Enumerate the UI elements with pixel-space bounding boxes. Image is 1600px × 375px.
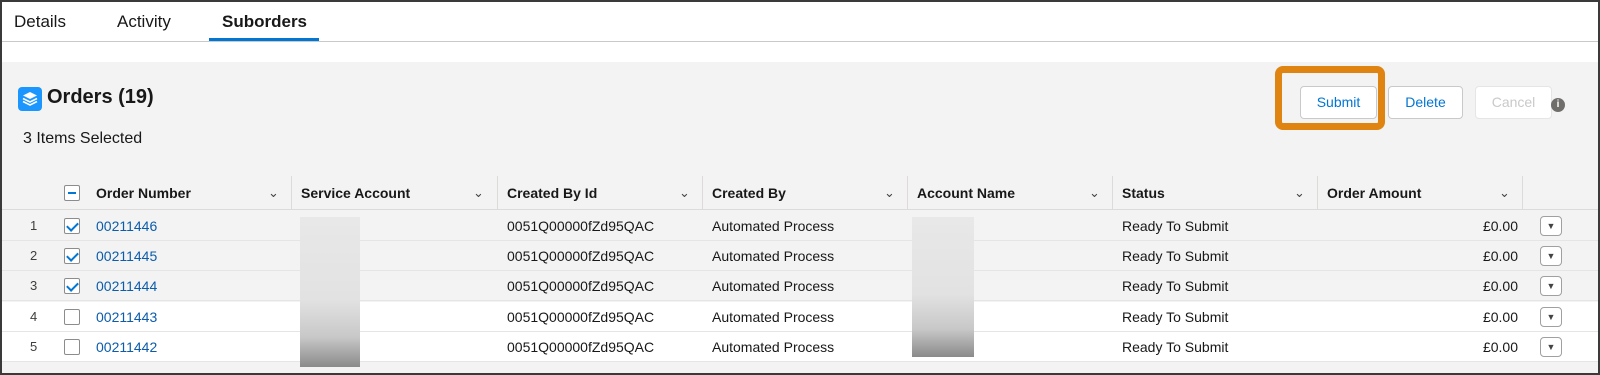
order-number-link[interactable]: 00211443 xyxy=(96,302,157,332)
order-amount-cell: £0.00 xyxy=(1482,278,1518,294)
delete-button[interactable]: Delete xyxy=(1388,86,1463,119)
column-divider[interactable] xyxy=(1112,176,1113,210)
column-header-label: Account Name xyxy=(917,185,1016,201)
tab-activity[interactable]: Activity xyxy=(117,2,171,42)
column-header-account-name[interactable]: Account Name ⌄ xyxy=(917,176,1100,210)
chevron-down-icon[interactable]: ⌄ xyxy=(268,176,279,210)
table-row: 1 00211446 0051Q00000fZd95QAC Automated … xyxy=(2,211,1598,241)
created-by-id-cell: 0051Q00000fZd95QAC xyxy=(507,248,655,264)
order-number-link[interactable]: 00211444 xyxy=(96,271,157,301)
column-header-status[interactable]: Status ⌄ xyxy=(1122,176,1305,210)
status-cell: Ready To Submit xyxy=(1122,218,1229,234)
stacked-layers-icon xyxy=(18,87,42,111)
column-header-label: Created By Id xyxy=(507,185,598,201)
tab-bar: Details Activity Suborders xyxy=(2,2,1598,42)
status-cell: Ready To Submit xyxy=(1122,309,1229,325)
redacted-account-name xyxy=(912,217,974,357)
chevron-down-icon[interactable]: ⌄ xyxy=(1294,176,1305,210)
created-by-cell: Automated Process xyxy=(712,248,835,264)
column-divider[interactable] xyxy=(907,176,908,210)
table-row: 3 00211444 0051Q00000fZd95QAC Automated … xyxy=(2,271,1598,301)
created-by-id-cell: 0051Q00000fZd95QAC xyxy=(507,339,655,355)
row-actions-button[interactable]: ▼ xyxy=(1540,246,1562,266)
redacted-service-account xyxy=(300,217,360,367)
column-header-service-account[interactable]: Service Account ⌄ xyxy=(301,176,484,210)
row-checkbox[interactable] xyxy=(64,218,80,234)
column-header-label: Service Account xyxy=(301,185,411,201)
order-number-link[interactable]: 00211445 xyxy=(96,241,157,271)
column-divider[interactable] xyxy=(1522,176,1523,210)
spacer xyxy=(2,42,1598,64)
info-icon[interactable]: i xyxy=(1551,98,1565,112)
created-by-id-cell: 0051Q00000fZd95QAC xyxy=(507,309,655,325)
row-number: 4 xyxy=(30,309,38,324)
order-amount-cell: £0.00 xyxy=(1482,248,1518,264)
row-actions-button[interactable]: ▼ xyxy=(1540,216,1562,236)
chevron-down-icon[interactable]: ⌄ xyxy=(884,176,895,210)
created-by-cell: Automated Process xyxy=(712,309,835,325)
column-divider[interactable] xyxy=(702,176,703,210)
selection-count: 3 Items Selected xyxy=(23,130,143,147)
column-header-order-number[interactable]: Order Number ⌄ xyxy=(96,176,279,210)
cancel-button[interactable]: Cancel xyxy=(1475,86,1552,119)
row-checkbox[interactable] xyxy=(64,339,80,355)
order-amount-cell: £0.00 xyxy=(1482,309,1518,325)
active-tab-indicator xyxy=(209,38,319,41)
row-checkbox[interactable] xyxy=(64,248,80,264)
table-row: 2 00211445 0051Q00000fZd95QAC Automated … xyxy=(2,241,1598,271)
tab-details[interactable]: Details xyxy=(14,2,66,42)
row-checkbox[interactable] xyxy=(64,278,80,294)
row-actions-button[interactable]: ▼ xyxy=(1540,307,1562,327)
column-header-order-amount[interactable]: Order Amount ⌄ xyxy=(1327,176,1510,210)
column-header-label: Order Number xyxy=(96,185,191,201)
row-number: 1 xyxy=(30,218,38,233)
column-header-label: Status xyxy=(1122,185,1165,201)
row-number: 3 xyxy=(30,278,38,293)
created-by-cell: Automated Process xyxy=(712,278,835,294)
order-number-link[interactable]: 00211446 xyxy=(96,211,157,241)
chevron-down-icon[interactable]: ⌄ xyxy=(1089,176,1100,210)
chevron-down-icon[interactable]: ⌄ xyxy=(679,176,690,210)
chevron-down-icon[interactable]: ⌄ xyxy=(1499,176,1510,210)
order-amount-cell: £0.00 xyxy=(1482,339,1518,355)
row-actions-button[interactable]: ▼ xyxy=(1540,337,1562,357)
status-cell: Ready To Submit xyxy=(1122,278,1229,294)
tab-suborders[interactable]: Suborders xyxy=(222,2,307,42)
status-cell: Ready To Submit xyxy=(1122,339,1229,355)
order-number-link[interactable]: 00211442 xyxy=(96,332,157,362)
select-all-checkbox[interactable] xyxy=(64,185,80,201)
column-header-label: Order Amount xyxy=(1327,185,1422,201)
table-row: 5 00211442 0051Q00000fZd95QAC Automated … xyxy=(2,332,1598,362)
chevron-down-icon[interactable]: ⌄ xyxy=(473,176,484,210)
column-header-created-by[interactable]: Created By ⌄ xyxy=(712,176,895,210)
column-header-created-by-id[interactable]: Created By Id ⌄ xyxy=(507,176,690,210)
status-cell: Ready To Submit xyxy=(1122,248,1229,264)
card-title: Orders (19) xyxy=(47,86,154,108)
table-row: 4 00211443 0051Q00000fZd95QAC Automated … xyxy=(2,302,1598,332)
column-divider[interactable] xyxy=(497,176,498,210)
column-divider[interactable] xyxy=(291,176,292,210)
table-header: Order Number ⌄ Service Account ⌄ Created B… xyxy=(2,176,1598,210)
order-amount-cell: £0.00 xyxy=(1482,218,1518,234)
submit-highlight-box xyxy=(1275,66,1385,130)
created-by-cell: Automated Process xyxy=(712,339,835,355)
created-by-id-cell: 0051Q00000fZd95QAC xyxy=(507,218,655,234)
created-by-id-cell: 0051Q00000fZd95QAC xyxy=(507,278,655,294)
column-divider[interactable] xyxy=(1317,176,1318,210)
row-number: 5 xyxy=(30,339,38,354)
row-checkbox[interactable] xyxy=(64,309,80,325)
column-header-label: Created By xyxy=(712,185,786,201)
row-actions-button[interactable]: ▼ xyxy=(1540,276,1562,296)
created-by-cell: Automated Process xyxy=(712,218,835,234)
row-number: 2 xyxy=(30,248,38,263)
